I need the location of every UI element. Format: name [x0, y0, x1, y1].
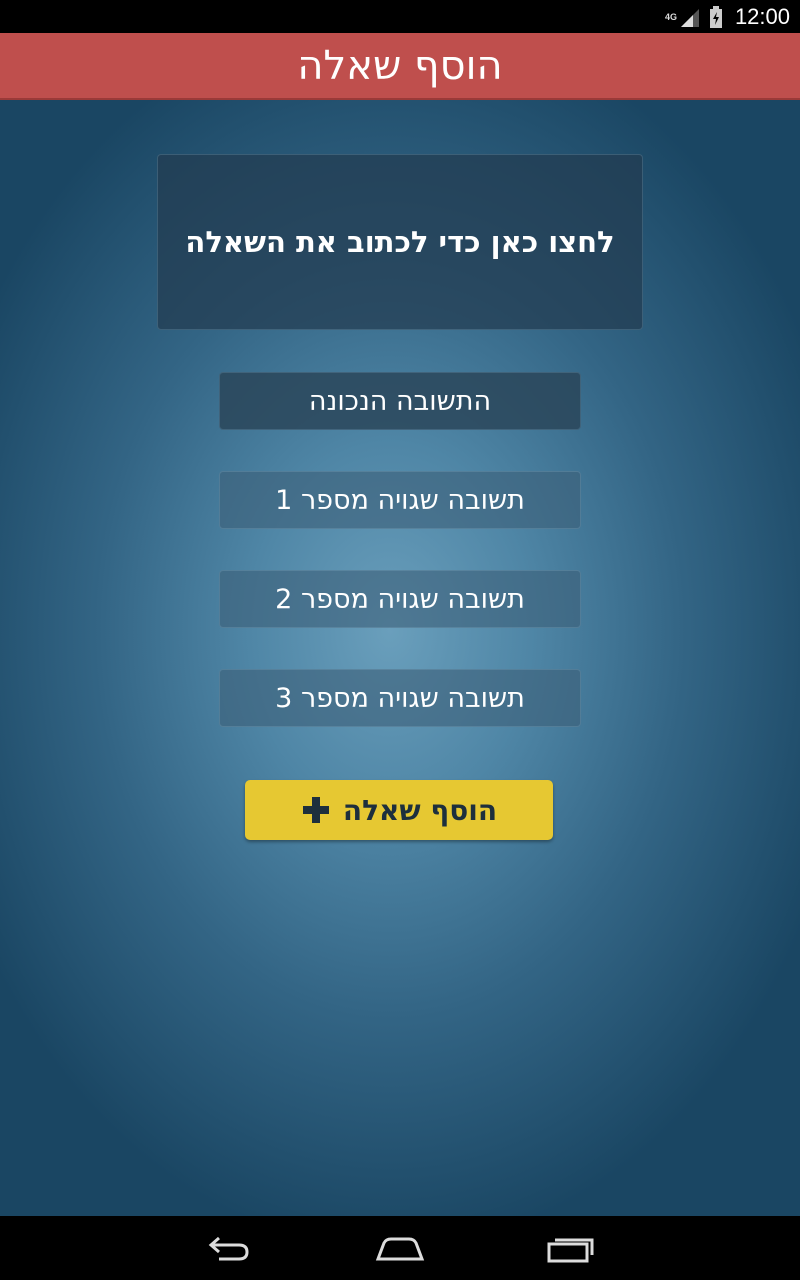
signal-icon: 4G [665, 7, 701, 27]
recent-apps-button[interactable] [541, 1230, 601, 1266]
battery-icon [709, 5, 723, 28]
wrong-answer-1-input[interactable]: תשובה שגויה מספר 1 [219, 471, 581, 529]
plus-icon [302, 797, 329, 823]
home-button[interactable] [370, 1230, 430, 1266]
recent-apps-icon [547, 1238, 594, 1263]
add-question-label: הוסף שאלה [342, 793, 498, 827]
question-input[interactable]: לחצו כאן כדי לכתוב את השאלה [157, 154, 643, 330]
main-content: לחצו כאן כדי לכתוב את השאלה התשובה הנכונ… [0, 100, 800, 1216]
status-bar: 4G 12:00 [0, 0, 800, 33]
add-question-button[interactable]: הוסף שאלה [245, 780, 553, 840]
network-type-label: 4G [664, 11, 677, 22]
question-placeholder: לחצו כאן כדי לכתוב את השאלה [185, 225, 615, 259]
page-title: הוסף שאלה [297, 42, 503, 89]
wrong-answer-2-input[interactable]: תשובה שגויה מספר 2 [219, 570, 581, 628]
home-icon [375, 1237, 425, 1261]
clock: 12:00 [734, 3, 790, 29]
status-icons: 4G 12:00 [665, 0, 790, 33]
correct-answer-input[interactable]: התשובה הנכונה [219, 372, 581, 430]
wrong-answer-3-input[interactable]: תשובה שגויה מספר 3 [219, 669, 581, 727]
app-header: הוסף שאלה [0, 33, 800, 100]
back-button[interactable] [199, 1230, 259, 1266]
navigation-bar [0, 1216, 800, 1280]
back-icon [208, 1236, 249, 1261]
